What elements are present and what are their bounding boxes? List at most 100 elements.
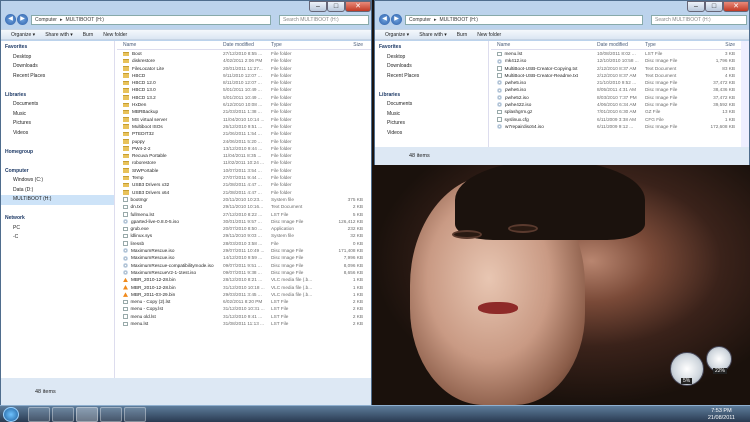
forward-button[interactable]: ▶ (391, 14, 402, 25)
file-row[interactable]: fullmenu.lst 27/12/2010 8:22 ... LST File 5… (117, 211, 371, 218)
burn-button[interactable]: Burn (457, 32, 468, 38)
file-row[interactable]: pwhe6.iso 8/05/2011 4:31 AM Disc Image Fil… (491, 86, 741, 93)
nav-item[interactable]: Music (1, 110, 114, 120)
column-date[interactable]: Date modified (597, 41, 645, 49)
file-row[interactable]: MultiBoot-USB-Creator-Copying.txt 2/12/20… (491, 65, 741, 72)
file-row[interactable]: pwhe422.iso 4/06/2010 6:34 AM Disc Image F… (491, 101, 741, 108)
maximize-button[interactable]: □ (705, 1, 723, 12)
address-drive[interactable]: MULTIBOOT (H:) (439, 17, 477, 23)
nav-item[interactable]: Libraries (1, 91, 114, 101)
nav-item[interactable]: Libraries (375, 91, 488, 101)
nav-item[interactable]: Recent Places (375, 72, 488, 82)
column-type[interactable]: Type (645, 41, 699, 49)
column-name[interactable]: Name (117, 41, 223, 49)
file-row[interactable]: MaximumRescue.iso 29/07/2011 10:49 ... Dis… (117, 247, 371, 254)
start-button[interactable] (3, 407, 19, 422)
file-row[interactable]: MS virtual server 11/04/2010 10:14 ... Fil… (117, 116, 371, 123)
nav-item[interactable]: Downloads (375, 62, 488, 72)
file-row[interactable]: HBCD 13.0 5/01/2011 10:49 ... File folder (117, 86, 371, 93)
file-row[interactable]: HBCD 13.2 5/01/2011 10:49 ... File folder (117, 94, 371, 101)
back-button[interactable]: ◀ (5, 14, 16, 25)
file-row[interactable]: dn.txt 29/11/2010 10:16... Text Document 2 … (117, 203, 371, 210)
minimize-button[interactable]: – (309, 1, 327, 12)
nav-item[interactable]: Pictures (1, 119, 114, 129)
column-size[interactable]: Size (323, 41, 363, 49)
nav-item[interactable]: Data (D:) (1, 186, 114, 196)
nav-item[interactable]: Favorites (375, 43, 488, 53)
file-row[interactable]: splashgrm.gz 7/01/2010 6:30 AM GZ File 13 K… (491, 108, 741, 115)
file-row[interactable]: SIWPortable 10/07/2011 3:54 ... File folde… (117, 167, 371, 174)
back-button[interactable]: ◀ (379, 14, 390, 25)
file-row[interactable]: pwhe52.iso 8/03/2010 7:37 PM Disc Image Fi… (491, 94, 741, 101)
file-row[interactable]: MBRBackup 21/03/2011 1:38 ... File folder (117, 108, 371, 115)
taskbar-window-button[interactable] (124, 407, 146, 422)
file-row[interactable]: Recuva Portable 11/04/2011 8:35 ... File f… (117, 152, 371, 159)
nav-item[interactable]: Music (375, 110, 488, 120)
address-bar[interactable]: Computer ▸ MULTIBOOT (H:) (405, 15, 643, 25)
taskbar-media-button[interactable] (52, 407, 74, 422)
file-row[interactable]: HBCD 9/11/2010 12:07 ... File folder (117, 72, 371, 79)
nav-item[interactable]: Desktop (1, 53, 114, 63)
organize-button[interactable]: Organize ▾ (11, 32, 35, 38)
address-computer[interactable]: Computer (409, 17, 431, 23)
file-row[interactable]: menu.lst 31/08/2011 11:13 ... LST File 2 KB (117, 320, 371, 327)
nav-item[interactable]: Windows (C:) (1, 176, 114, 186)
file-row[interactable]: MBR_2010-12-28.bin 31/12/2010 10:18 ... VL… (117, 284, 371, 291)
file-row[interactable]: liressb 28/03/2010 3:58 ... File 0 KB (117, 240, 371, 247)
file-row[interactable]: syslinux.cfg 6/11/2009 3:38 AM CFG File 1 K… (491, 116, 741, 123)
file-row[interactable]: MBR_2011-03-29.bin 29/03/2011 3:45 ... VLC… (117, 291, 371, 298)
vertical-scrollbar[interactable] (741, 41, 749, 147)
close-button[interactable]: ✕ (345, 1, 371, 12)
search-input[interactable]: Search MULTIBOOT (H:) (651, 15, 747, 25)
nav-item[interactable]: Pictures (375, 119, 488, 129)
file-row[interactable]: PW4-2-2 13/12/2010 9:44 ... File folder (117, 145, 371, 152)
nav-item[interactable]: Computer (1, 167, 114, 177)
file-row[interactable]: FileLocator Lite 20/01/2011 11:27... File … (117, 65, 371, 72)
column-size[interactable]: Size (699, 41, 735, 49)
new-folder-button[interactable]: New folder (103, 32, 127, 38)
file-row[interactable]: Temp 27/07/2011 9:44 ... File folder (117, 174, 371, 181)
file-row[interactable]: HBCD 12.0 8/11/2010 12:07 ... File folder (117, 79, 371, 86)
file-row[interactable]: menu - Copy.lst 31/12/2010 10:31 ... LST F… (117, 305, 371, 312)
column-name[interactable]: Name (491, 41, 597, 49)
file-row[interactable]: MaximumRescue-compatibilitymode.iso 09/07… (117, 262, 371, 269)
nav-item[interactable]: Favorites (1, 43, 114, 53)
nav-item[interactable]: Videos (1, 129, 114, 139)
file-row[interactable]: diskrestore 4/02/2011 2:06 PM File folder (117, 57, 371, 64)
file-row[interactable]: puppy 24/06/2011 5:20 ... File folder (117, 138, 371, 145)
nav-item[interactable]: Documents (375, 100, 488, 110)
address-computer[interactable]: Computer (35, 17, 57, 23)
file-row[interactable]: menu old.lst 31/12/2010 9:41 ... LST File 2… (117, 313, 371, 320)
file-row[interactable]: PTEDIT32 21/06/2011 1:54 ... File folder (117, 130, 371, 137)
close-button[interactable]: ✕ (723, 1, 749, 12)
file-row[interactable]: menu - Copy (2).lst 6/02/2011 8:20 PM LST … (117, 298, 371, 305)
file-row[interactable]: menu.lst 10/08/2011 8:02 ... LST File 3 KB (491, 50, 741, 57)
search-input[interactable]: Search MULTIBOOT (H:) (279, 15, 369, 25)
file-row[interactable]: ldlinux.sys 29/11/2010 9:03 ... System fil… (117, 232, 371, 239)
file-row[interactable]: USB3 Drivers x32 21/08/2011 4:47 ... File … (117, 181, 371, 188)
title-bar[interactable]: – □ ✕ (1, 1, 371, 13)
file-row[interactable]: HxDen 6/12/2010 10:08 ... File folder (117, 101, 371, 108)
nav-item[interactable]: Videos (375, 129, 488, 139)
minimize-button[interactable]: – (687, 1, 705, 12)
file-row[interactable]: grub.exe 20/07/2010 8:50 ... Application 23… (117, 225, 371, 232)
system-clock[interactable]: 7:53 PM 21/08/2011 (708, 408, 735, 421)
nav-item[interactable]: -C (1, 233, 114, 243)
file-row[interactable]: gparted-live-0.8.0-5.iso 30/01/2011 9:57 … (117, 218, 371, 225)
taskbar-app-button[interactable] (76, 407, 98, 422)
file-row[interactable]: MultiBoot-USB-Creator-Readme.txt 2/12/201… (491, 72, 741, 79)
nav-item[interactable]: Homegroup (1, 148, 114, 158)
file-row[interactable]: USB3 Drivers x64 21/08/2011 4:47 ... File … (117, 189, 371, 196)
file-row[interactable]: w7repairdisc64.iso 6/11/2009 9:12 ... Disc… (491, 123, 741, 130)
column-date[interactable]: Date modified (223, 41, 271, 49)
address-bar[interactable]: Computer ▸ MULTIBOOT (H:) (31, 15, 271, 25)
file-row[interactable]: bootmgr 20/11/2010 10:23... System file 375… (117, 196, 371, 203)
file-row[interactable]: Boot 27/12/2010 8:55 ... File folder (117, 50, 371, 57)
new-folder-button[interactable]: New folder (477, 32, 501, 38)
file-row[interactable]: MaximumRescue.iso 14/12/2010 9:59 ... Disc… (117, 254, 371, 261)
share-with-button[interactable]: Share with ▾ (419, 32, 447, 38)
nav-item[interactable]: Documents (1, 100, 114, 110)
column-type[interactable]: Type (271, 41, 323, 49)
taskbar-firefox-button[interactable] (100, 407, 122, 422)
organize-button[interactable]: Organize ▾ (385, 32, 409, 38)
